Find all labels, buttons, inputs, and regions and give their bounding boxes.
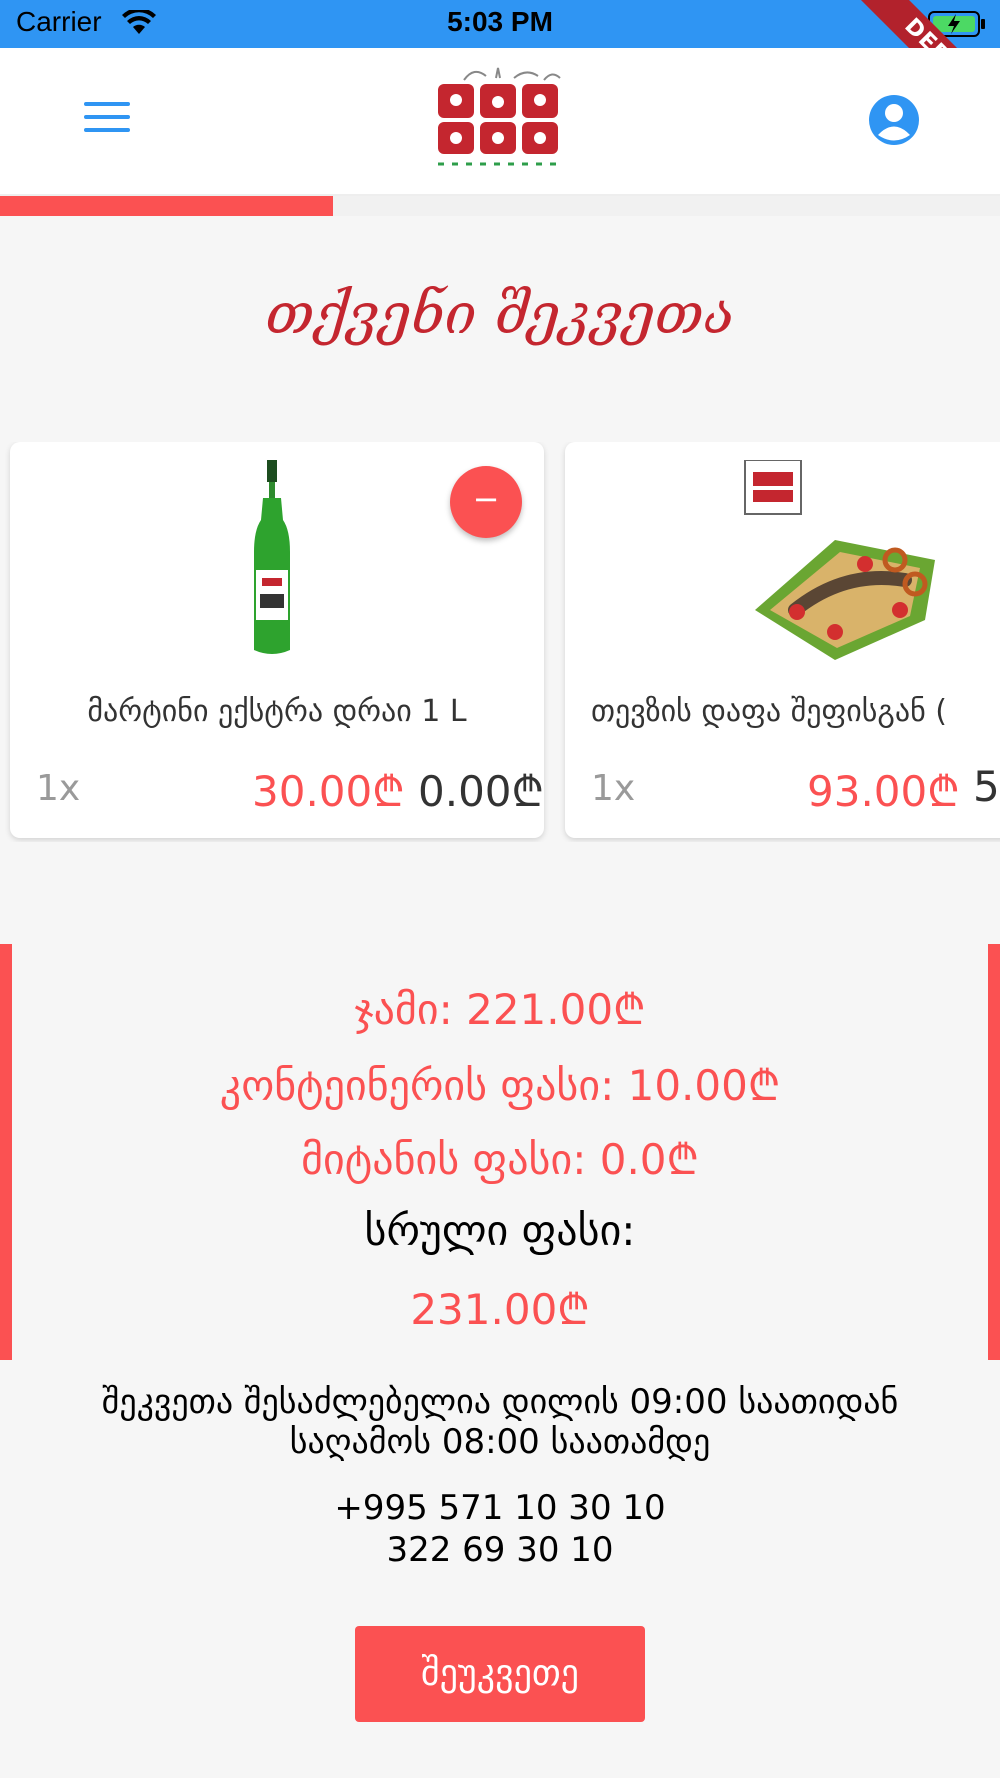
item-quantity: 1x <box>591 768 636 809</box>
cart-item-card[interactable]: − მარტინი ექსტრა დრაი 1 L 1x 30.00₾ 0.00… <box>10 442 544 838</box>
subtotal: ჯამი: 221.00₾ <box>354 985 646 1034</box>
order-summary: ჯამი: 221.00₾ კონტეინერის ფასი: 10.00₾ მ… <box>0 944 1000 1360</box>
user-profile-icon[interactable] <box>868 94 920 146</box>
item-secondary-price: 0.00₾ <box>418 767 544 816</box>
phone-number-2[interactable]: 322 69 30 10 <box>0 1530 1000 1570</box>
status-time: 5:03 PM <box>447 6 553 37</box>
progress-bar <box>0 196 1000 216</box>
order-hours-line-1: შეკვეთა შესაძლებელია დილის 09:00 საათიდა… <box>101 1382 899 1422</box>
phone-number-1[interactable]: +995 571 10 30 10 <box>0 1488 1000 1528</box>
item-quantity: 1x <box>36 768 81 809</box>
restaurant-logo-icon <box>438 67 561 166</box>
cart-items-carousel[interactable]: − მარტინი ექსტრა დრაი 1 L 1x 30.00₾ 0.00… <box>0 442 1000 842</box>
remove-item-button[interactable]: − <box>450 466 522 538</box>
delivery-price: მიტანის ფასი: 0.0₾ <box>301 1135 699 1184</box>
page-title: თქვენი შეკვეთა <box>265 282 735 347</box>
item-secondary-price: 5. <box>973 762 1000 811</box>
item-price: 30.00₾ <box>252 767 405 816</box>
app-header <box>0 48 1000 196</box>
item-price: 93.00₾ <box>807 767 960 816</box>
cart-item-card[interactable]: თევზის დაფა შეფისგან ( 1x 93.00₾ 5. <box>565 442 1000 838</box>
item-name: თევზის დაფა შეფისგან ( <box>591 694 947 729</box>
order-hours-line-2: საღამოს 08:00 საათამდე <box>289 1422 711 1462</box>
fish-platter-icon <box>744 460 935 660</box>
status-bar: Carrier 5:03 PM <box>0 0 1000 48</box>
container-price: კონტეინერის ფასი: 10.00₾ <box>219 1061 781 1110</box>
hamburger-menu-icon[interactable] <box>84 102 130 138</box>
item-name: მარტინი ექსტრა დრაი 1 L <box>87 694 467 729</box>
progress-fill <box>0 196 333 216</box>
full-price-value: 231.00₾ <box>410 1285 590 1334</box>
order-button[interactable]: შეუკვეთე <box>355 1626 645 1722</box>
full-price-label: სრული ფასი: <box>364 1206 636 1255</box>
